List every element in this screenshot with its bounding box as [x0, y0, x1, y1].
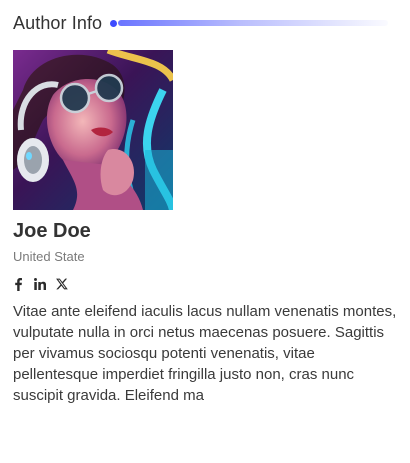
- linkedin-icon[interactable]: [34, 277, 46, 291]
- author-bio: Vitae ante eleifend iaculis lacus nullam…: [13, 303, 397, 404]
- widget-header: Author Info: [13, 10, 388, 36]
- author-info-widget: Author Info Joe Doe United State Vitae a…: [0, 0, 410, 463]
- title-accent-line: [110, 19, 388, 27]
- widget-title: Author Info: [13, 12, 103, 33]
- author-location: United State: [13, 249, 85, 264]
- author-photo: [13, 50, 173, 210]
- accent-dot: [110, 19, 118, 27]
- accent-gradient-bar: [118, 20, 388, 26]
- facebook-icon[interactable]: [12, 277, 24, 291]
- social-links: [12, 276, 68, 292]
- x-twitter-icon[interactable]: [56, 277, 68, 291]
- author-name: Joe Doe: [13, 220, 91, 242]
